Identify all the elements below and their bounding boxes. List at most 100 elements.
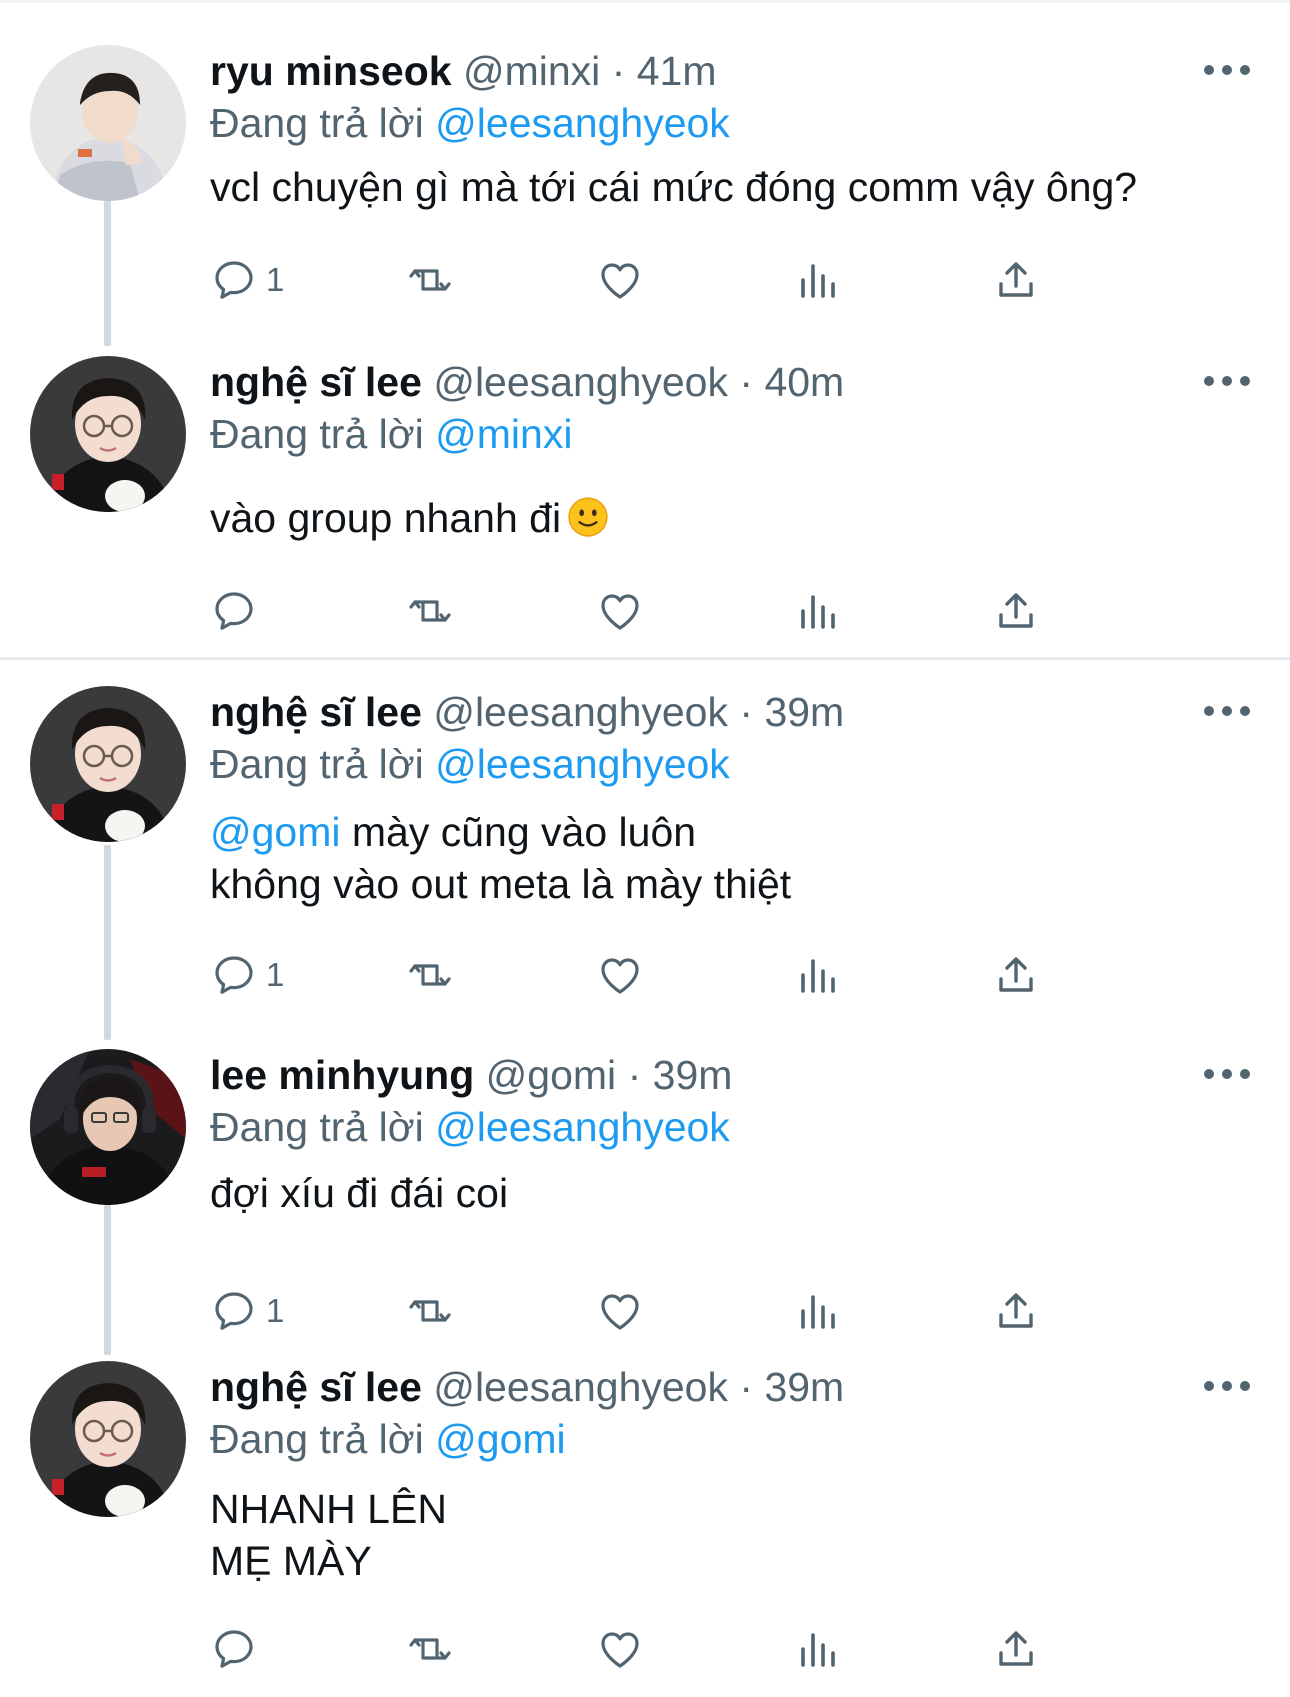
tweet-text: đợi xíu đi đái coi (210, 1167, 508, 1219)
like-button[interactable] (596, 950, 644, 1000)
action-bar (210, 1624, 1140, 1674)
tweet[interactable]: nghệ sĩ lee @leesanghyeok · 40m Đang trả… (0, 356, 1290, 636)
like-button[interactable] (596, 255, 644, 305)
views-button[interactable] (794, 255, 842, 305)
more-dots-icon[interactable] (1200, 1371, 1254, 1401)
avatar-ryu-minseok[interactable] (30, 45, 186, 201)
reply-button[interactable] (210, 586, 266, 636)
reply-context: Đang trả lời @leesanghyeok (210, 97, 730, 149)
display-name[interactable]: nghệ sĩ lee (210, 689, 422, 735)
reply-button[interactable]: 1 (210, 1286, 284, 1336)
tweet-header: nghệ sĩ lee @leesanghyeok · 39m (210, 1361, 844, 1413)
display-name[interactable]: lee minhyung (210, 1052, 474, 1098)
display-name[interactable]: ryu minseok (210, 48, 452, 94)
retweet-icon (409, 600, 451, 622)
retweet-icon (409, 1300, 451, 1322)
tweet[interactable]: lee minhyung @gomi · 39m Đang trả lời @l… (0, 1049, 1290, 1339)
user-handle[interactable]: @leesanghyeok (433, 359, 728, 405)
views-button[interactable] (794, 586, 842, 636)
top-border (0, 0, 1290, 3)
tweet[interactable]: ryu minseok @minxi · 41m Đang trả lời @l… (0, 45, 1290, 315)
avatar-nghe-si-lee[interactable] (30, 356, 186, 512)
user-handle[interactable]: @leesanghyeok (433, 689, 728, 735)
avatar-nghe-si-lee[interactable] (30, 1361, 186, 1517)
replying-to-label: Đang trả lời (210, 1104, 424, 1150)
reply-button[interactable] (210, 1624, 266, 1674)
mention-link[interactable]: @minxi (435, 411, 572, 457)
conversation-divider (0, 657, 1290, 660)
separator-dot: · (739, 1364, 754, 1410)
action-bar: 1 (210, 1286, 1140, 1336)
share-button[interactable] (992, 950, 1040, 1000)
like-button[interactable] (596, 586, 644, 636)
retweet-button[interactable] (406, 950, 454, 1000)
share-button[interactable] (992, 255, 1040, 305)
like-button[interactable] (596, 1286, 644, 1336)
tweet-text: vào group nhanh đi (210, 492, 609, 544)
share-icon (999, 262, 1033, 297)
retweet-button[interactable] (406, 586, 454, 636)
speech-bubble-icon (215, 956, 253, 994)
more-dots-icon[interactable] (1200, 1059, 1254, 1089)
bar-chart-icon (801, 264, 835, 298)
mention-link[interactable]: @gomi (435, 1416, 566, 1462)
user-handle[interactable]: @minxi (463, 48, 600, 94)
retweet-button[interactable] (406, 1624, 454, 1674)
tweet-text-line: đợi xíu đi đái coi (210, 1170, 509, 1216)
timestamp[interactable]: 41m (637, 48, 717, 94)
user-handle[interactable]: @leesanghyeok (433, 1364, 728, 1410)
more-dots-icon[interactable] (1200, 366, 1254, 396)
tweet-text: NHANH LÊN MẸ MÀY (210, 1483, 447, 1587)
retweet-button[interactable] (406, 255, 454, 305)
timestamp[interactable]: 39m (764, 689, 844, 735)
mention-link[interactable]: @leesanghyeok (435, 1104, 730, 1150)
mention-link[interactable]: @gomi (210, 809, 341, 855)
reply-button[interactable]: 1 (210, 255, 284, 305)
action-bar: 1 (210, 950, 1140, 1000)
timestamp[interactable]: 39m (653, 1052, 733, 1098)
heart-icon (601, 263, 639, 299)
share-icon (999, 593, 1033, 628)
separator-dot: · (611, 48, 626, 94)
tweet-text-line: NHANH LÊN (210, 1486, 447, 1532)
user-handle[interactable]: @gomi (486, 1052, 617, 1098)
avatar-lee-minhyung[interactable] (30, 1049, 186, 1205)
like-button[interactable] (596, 1624, 644, 1674)
share-button[interactable] (992, 586, 1040, 636)
views-button[interactable] (794, 950, 842, 1000)
heart-icon (601, 594, 639, 630)
display-name[interactable]: nghệ sĩ lee (210, 359, 422, 405)
tweet-text-line: MẸ MÀY (210, 1538, 372, 1584)
separator-dot: · (739, 689, 754, 735)
separator-dot: · (627, 1052, 642, 1098)
tweet[interactable]: nghệ sĩ lee @leesanghyeok · 39m Đang trả… (0, 1361, 1290, 1681)
heart-icon (601, 1294, 639, 1330)
action-bar: 1 (210, 255, 1140, 305)
reply-context: Đang trả lời @minxi (210, 408, 572, 460)
tweet-header: nghệ sĩ lee @leesanghyeok · 40m (210, 356, 844, 408)
mention-link[interactable]: @leesanghyeok (435, 741, 730, 787)
more-dots-icon[interactable] (1200, 696, 1254, 726)
timestamp[interactable]: 39m (764, 1364, 844, 1410)
mention-link[interactable]: @leesanghyeok (435, 100, 730, 146)
speech-bubble-icon (215, 1292, 253, 1330)
views-button[interactable] (794, 1624, 842, 1674)
heart-icon (601, 958, 639, 994)
share-button[interactable] (992, 1286, 1040, 1336)
display-name[interactable]: nghệ sĩ lee (210, 1364, 422, 1410)
speech-bubble-icon (215, 1630, 253, 1668)
avatar-nghe-si-lee[interactable] (30, 686, 186, 842)
reply-count: 1 (266, 261, 285, 298)
share-button[interactable] (992, 1624, 1040, 1674)
reply-button[interactable]: 1 (210, 950, 284, 1000)
bar-chart-icon (801, 1295, 835, 1329)
retweet-icon (409, 1638, 451, 1660)
retweet-button[interactable] (406, 1286, 454, 1336)
retweet-icon (409, 964, 451, 986)
reply-context: Đang trả lời @leesanghyeok (210, 738, 730, 790)
views-button[interactable] (794, 1286, 842, 1336)
more-dots-icon[interactable] (1200, 55, 1254, 85)
action-bar (210, 586, 1140, 636)
tweet[interactable]: nghệ sĩ lee @leesanghyeok · 39m Đang trả… (0, 686, 1290, 1006)
timestamp[interactable]: 40m (764, 359, 844, 405)
